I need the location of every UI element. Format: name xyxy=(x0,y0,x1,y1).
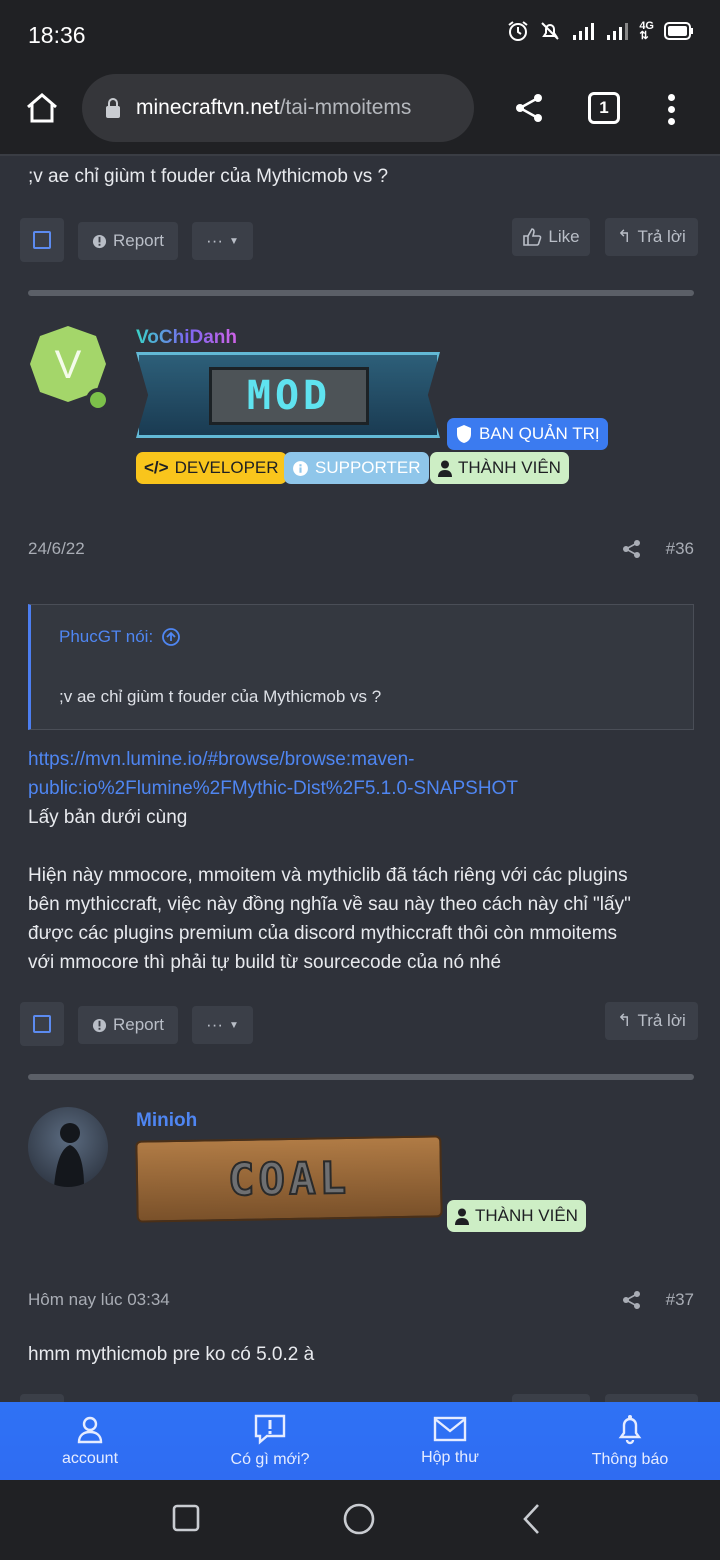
nav-whats-new[interactable]: Có gì mới? xyxy=(180,1402,360,1480)
body-paragraph-line: bên mythiccraft, việc này đồng nghĩa về … xyxy=(28,894,631,915)
quote-author-link[interactable]: PhucGT nói: xyxy=(59,627,181,647)
reply-arrow-icon: ↰ xyxy=(617,1011,632,1030)
shield-icon xyxy=(457,425,471,443)
post-number[interactable]: #36 xyxy=(666,539,694,559)
post-body: https://mvn.lumine.io/#browse/browse:mav… xyxy=(28,745,698,977)
url-text: minecraftvn.net/tai-mmoitems xyxy=(136,96,412,119)
user-icon xyxy=(455,1208,469,1225)
like-button[interactable] xyxy=(512,1394,590,1402)
battery-icon xyxy=(664,22,693,40)
browser-toolbar: minecraftvn.net/tai-mmoitems 1 xyxy=(0,72,720,156)
post-date[interactable]: Hôm nay lúc 03:34 xyxy=(28,1290,170,1310)
like-button[interactable]: Like xyxy=(512,218,590,256)
supporter-badge: SUPPORTER xyxy=(284,452,429,484)
user-icon xyxy=(77,1416,103,1444)
signal-icon xyxy=(573,23,595,40)
select-checkbox[interactable] xyxy=(20,218,64,262)
body-paragraph-line: Hiện này mmocore, mmoitem và mythiclib đ… xyxy=(28,865,628,886)
avatar[interactable]: V xyxy=(28,324,110,412)
quote-text: ;v ae chỉ giùm t fouder của Mythicmob vs… xyxy=(59,687,382,706)
mod-rank-banner: MOD xyxy=(136,352,440,438)
report-button[interactable]: Report xyxy=(78,1006,178,1044)
select-checkbox[interactable] xyxy=(20,1394,64,1402)
post-number[interactable]: #37 xyxy=(666,1290,694,1310)
home-circle-icon[interactable] xyxy=(342,1502,376,1536)
username-link[interactable]: VoChiDanh xyxy=(136,327,237,349)
status-bar: 18:36 4G ⇅ xyxy=(0,0,720,72)
reply-button[interactable]: ↰ Trả lời xyxy=(605,1002,698,1040)
svg-text:V: V xyxy=(55,343,82,387)
tab-switcher-button[interactable]: 1 xyxy=(588,92,620,124)
alert-circle-icon xyxy=(92,1018,107,1032)
online-status-icon xyxy=(86,388,110,412)
admin-badge: BAN QUẢN TRỊ xyxy=(447,418,608,450)
body-paragraph-line: được các plugins premium của discord myt… xyxy=(28,923,618,944)
menu-icon[interactable] xyxy=(668,94,676,125)
arrow-up-circle-icon xyxy=(162,628,181,646)
info-icon xyxy=(293,460,308,476)
more-options-button[interactable]: ··· ▼ xyxy=(192,1006,253,1044)
alert-circle-icon xyxy=(92,234,107,248)
system-navigation-bar xyxy=(0,1480,720,1560)
bell-icon xyxy=(618,1415,642,1445)
post-divider xyxy=(28,290,694,296)
nav-inbox[interactable]: Hộp thư xyxy=(360,1402,540,1480)
share-icon[interactable] xyxy=(514,92,546,124)
reply-button[interactable] xyxy=(605,1394,698,1402)
reply-button[interactable]: ↰ Trả lời xyxy=(605,218,698,256)
user-icon xyxy=(438,460,452,477)
home-icon[interactable] xyxy=(24,90,60,126)
code-icon: </> xyxy=(144,458,169,477)
alarm-icon xyxy=(508,21,528,41)
back-icon[interactable] xyxy=(520,1502,544,1536)
network-4g-icon: 4G ⇅ xyxy=(639,20,654,42)
lock-icon xyxy=(106,98,120,118)
status-time: 18:36 xyxy=(28,22,86,48)
signal-icon-2 xyxy=(607,23,629,40)
member-badge: THÀNH VIÊN xyxy=(447,1200,586,1232)
status-icons: 4G ⇅ xyxy=(507,20,694,42)
previous-post-text: ;v ae chỉ giùm t fouder của Mythicmob vs… xyxy=(28,166,389,187)
nav-notifications[interactable]: Thông báo xyxy=(540,1402,720,1480)
quote-block: PhucGT nói: ;v ae chỉ giùm t fouder của … xyxy=(28,604,694,730)
bottom-navigation: account Có gì mới? Hộp thư Thông báo xyxy=(0,1402,720,1480)
more-options-button[interactable]: ··· ▼ xyxy=(192,222,253,260)
avatar[interactable] xyxy=(28,1107,108,1187)
thumbs-up-icon xyxy=(523,228,542,246)
post-date[interactable]: 24/6/22 xyxy=(28,539,85,559)
url-bar[interactable]: minecraftvn.net/tai-mmoitems xyxy=(82,74,474,142)
username-link[interactable]: Minioh xyxy=(136,1110,197,1132)
body-line: Lấy bản dưới cùng xyxy=(28,807,188,828)
maven-link[interactable]: https://mvn.lumine.io/#browse/browse:mav… xyxy=(28,745,698,803)
developer-badge: </> DEVELOPER xyxy=(136,452,287,484)
reply-arrow-icon: ↰ xyxy=(617,227,632,246)
member-badge: THÀNH VIÊN xyxy=(430,452,569,484)
report-button[interactable]: Report xyxy=(78,222,178,260)
body-paragraph-line: với mmocore thì phải tự build từ sourcec… xyxy=(28,952,502,973)
post-divider xyxy=(28,1074,694,1080)
share-post-icon[interactable] xyxy=(622,1290,642,1310)
mute-icon xyxy=(541,22,560,40)
share-post-icon[interactable] xyxy=(622,539,642,559)
nav-account[interactable]: account xyxy=(0,1402,180,1480)
caret-down-icon: ▼ xyxy=(229,235,239,247)
envelope-icon xyxy=(433,1416,467,1442)
caret-down-icon: ▼ xyxy=(229,1019,239,1031)
recents-icon[interactable] xyxy=(172,1504,200,1532)
coal-rank-banner: COAL xyxy=(135,1135,443,1223)
post-body: hmm mythicmob pre ko có 5.0.2 à xyxy=(28,1344,315,1365)
select-checkbox[interactable] xyxy=(20,1002,64,1046)
alert-bubble-icon xyxy=(254,1414,286,1445)
